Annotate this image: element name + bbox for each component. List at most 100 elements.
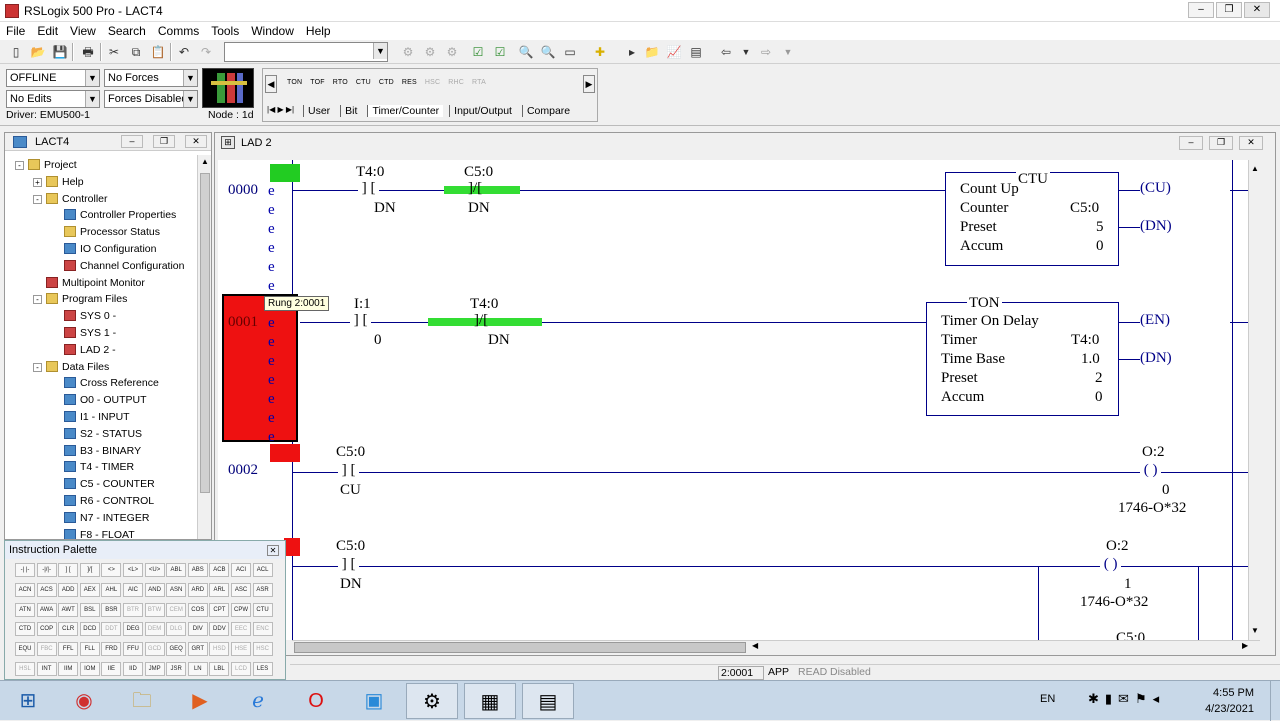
tree-item[interactable]: N7 - INTEGER: [64, 511, 149, 524]
instruction-item[interactable]: RTA: [472, 79, 486, 86]
instruction-tab[interactable]: Input/Output: [449, 105, 516, 117]
palette-button[interactable]: ABS: [187, 563, 208, 577]
show-desktop-button[interactable]: [1270, 681, 1280, 721]
tree-item[interactable]: - Project: [15, 159, 77, 171]
palette-button[interactable]: BSR: [101, 602, 122, 617]
palette-button[interactable]: BSL: [79, 602, 100, 617]
language-indicator[interactable]: EN: [1040, 693, 1055, 705]
start-button[interactable]: ⊞: [2, 683, 54, 719]
palette-button[interactable]: DDV: [209, 622, 230, 637]
xio-contact[interactable]: ]/[: [474, 312, 488, 329]
new-icon[interactable]: ▯: [6, 42, 26, 62]
tree-item[interactable]: T4 - TIMER: [64, 461, 134, 473]
palette-button[interactable]: AWA: [36, 602, 57, 617]
close-button[interactable]: ✕: [1239, 136, 1263, 150]
palette-button[interactable]: AND: [144, 582, 165, 597]
instruction-item[interactable]: RTO: [333, 79, 348, 86]
palette-button[interactable]: FFL: [58, 642, 79, 657]
back-dropdown-icon[interactable]: ▼: [736, 42, 756, 62]
output-coil[interactable]: ( ): [1140, 462, 1162, 479]
tree-item[interactable]: IO Configuration: [64, 243, 156, 255]
palette-button[interactable]: FFU: [123, 642, 143, 657]
tree-item[interactable]: - Program Files: [33, 293, 127, 305]
chart-icon[interactable]: 📈: [664, 42, 684, 62]
palette-button[interactable]: COP: [36, 622, 57, 637]
palette-button[interactable]: GEQ: [166, 642, 187, 657]
check-all-icon[interactable]: ☑: [490, 42, 510, 62]
scroll-left-icon[interactable]: ◀: [265, 75, 277, 93]
chrome-icon[interactable]: ◉: [58, 683, 110, 719]
palette-button[interactable]: CPW: [231, 602, 251, 617]
open-icon[interactable]: 📂: [28, 42, 48, 62]
vertical-scrollbar[interactable]: ▲ ▼: [1248, 160, 1262, 640]
zoom-in-icon[interactable]: 🔍: [516, 42, 536, 62]
output-coil[interactable]: ( ): [1100, 556, 1122, 573]
close-button[interactable]: ✕: [185, 135, 207, 148]
palette-button[interactable]: ASR: [252, 582, 273, 597]
xic-contact[interactable]: ] [: [338, 556, 360, 573]
scroll-right-icon[interactable]: ▶: [583, 75, 595, 93]
palette-button[interactable]: ASN: [166, 582, 187, 597]
mode-select[interactable]: OFFLINE ▼: [6, 69, 100, 87]
scroll-right-icon[interactable]: ▶: [1242, 641, 1248, 650]
instruction-item[interactable]: CTD: [379, 79, 394, 86]
palette-button[interactable]: ACI: [231, 563, 251, 577]
edits-select[interactable]: No Edits ▼: [6, 90, 100, 108]
opera-icon[interactable]: O: [290, 683, 342, 719]
emulator-icon[interactable]: ▤: [522, 683, 574, 719]
palette-button[interactable]: FLL: [79, 642, 100, 657]
print-icon[interactable]: 🖶: [78, 42, 98, 62]
palette-button[interactable]: DEM: [144, 622, 165, 637]
palette-button[interactable]: ATN: [15, 602, 35, 617]
tree-item[interactable]: R6 - CONTROL: [64, 495, 154, 507]
palette-button[interactable]: ACL: [252, 563, 273, 577]
window-icon[interactable]: ▭: [560, 42, 580, 62]
forces-select[interactable]: No Forces ▼: [104, 69, 198, 87]
palette-button[interactable]: HSD: [209, 642, 230, 657]
paste-icon[interactable]: 📋: [148, 42, 168, 62]
xic-contact[interactable]: ] [: [338, 462, 360, 479]
instruction-item[interactable]: RHC: [448, 79, 464, 86]
instruction-tab[interactable]: User: [303, 105, 335, 117]
palette-button[interactable]: EEC: [231, 622, 251, 637]
palette-button[interactable]: LBL: [209, 662, 230, 676]
file-explorer-icon[interactable]: 🗀: [116, 683, 168, 719]
instruction-tab[interactable]: Compare: [521, 105, 575, 117]
palette-button[interactable]: AWT: [58, 602, 79, 617]
palette-button[interactable]: COS: [187, 602, 208, 617]
palette-button[interactable]: ACS: [36, 582, 57, 597]
expand-toggle-icon[interactable]: -: [33, 362, 42, 372]
palette-button[interactable]: CTU: [252, 602, 273, 617]
close-icon[interactable]: ✕: [267, 545, 279, 556]
check-icon[interactable]: ☑: [468, 42, 488, 62]
undo-icon[interactable]: ↶: [174, 42, 194, 62]
scrollbar-thumb[interactable]: [294, 642, 746, 653]
palette-button[interactable]: ]/[: [79, 563, 100, 577]
expand-toggle-icon[interactable]: -: [15, 161, 24, 170]
palette-button[interactable]: <U>: [144, 563, 165, 577]
forces-enabled-select[interactable]: Forces Disabled ▼: [104, 90, 198, 108]
palette-button[interactable]: DEG: [123, 622, 143, 637]
palette-button[interactable]: DLG: [166, 622, 187, 637]
cut-icon[interactable]: ✂: [104, 42, 124, 62]
restore-button[interactable]: ❐: [1216, 2, 1242, 18]
palette-button[interactable]: JSR: [166, 662, 187, 676]
menu-comms[interactable]: Comms: [152, 22, 205, 38]
tree-item[interactable]: Cross Reference: [64, 377, 159, 389]
xic-contact[interactable]: ] [: [350, 312, 372, 329]
media-player-icon[interactable]: ▶: [174, 683, 226, 719]
save-icon[interactable]: 💾: [50, 42, 70, 62]
palette-button[interactable]: BTR: [123, 602, 143, 617]
tree-item[interactable]: I1 - INPUT: [64, 411, 130, 423]
palette-button[interactable]: ADD: [58, 582, 79, 597]
palette-button[interactable]: HSE: [231, 642, 251, 657]
chevron-down-icon[interactable]: ▼: [85, 91, 99, 107]
ton-instruction[interactable]: TON Timer On Delay Timer T4:0 Time Base …: [926, 295, 1119, 416]
palette-button[interactable]: CLR: [58, 622, 79, 637]
palette-button[interactable]: EQU: [15, 642, 35, 657]
tree-item[interactable]: F8 - FLOAT: [64, 528, 135, 539]
redo-icon[interactable]: ↷: [196, 42, 216, 62]
palette-button[interactable]: GCD: [144, 642, 165, 657]
palette-button[interactable]: JMP: [144, 662, 165, 676]
instruction-tab[interactable]: Timer/Counter: [367, 105, 444, 117]
